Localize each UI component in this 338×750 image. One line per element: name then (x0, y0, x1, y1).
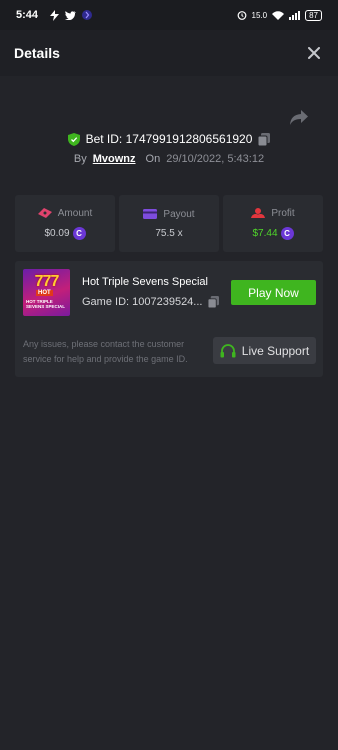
bet-id: Bet ID: 1747991912806561920 (85, 132, 253, 146)
wifi-icon (272, 10, 285, 20)
status-time: 5:44 (16, 9, 39, 21)
profit-icon (251, 208, 266, 218)
support-notice: Any issues, please contact the customer … (23, 339, 188, 364)
stat-payout-value: 75.5 x (155, 227, 183, 239)
alarm-icon (237, 10, 247, 20)
on-label: On (145, 153, 161, 165)
coin-icon: C (72, 226, 86, 240)
live-support-label: Live Support (241, 343, 310, 358)
stat-amount-value: $0.09 (44, 227, 70, 239)
bet-id-row: Bet ID: 1747991912806561920 (0, 132, 338, 146)
signal-icon (289, 10, 301, 20)
play-now-button[interactable]: Play Now (231, 280, 316, 305)
lightning-icon (50, 9, 60, 21)
money-icon (37, 208, 52, 218)
battery-indicator: 87 (305, 9, 322, 21)
username-link[interactable]: Mvownz (93, 153, 136, 165)
game-id: Game ID: 1007239524... (82, 296, 203, 308)
page-title: Details (14, 45, 60, 61)
app-notification-icon (82, 10, 93, 20)
card-icon (143, 209, 158, 219)
game-thumbnail[interactable]: 777 HOT HOT TRIPLE SEVENS SPECIAL (23, 269, 70, 316)
coin-icon: C (280, 226, 294, 240)
headset-icon (220, 343, 236, 357)
stat-payout: Payout 75.5 x (119, 195, 219, 252)
details-header: Details (0, 30, 338, 76)
share-icon (290, 110, 308, 125)
network-speed: 15.0 (251, 10, 268, 20)
stat-amount: Amount $0.09 C (15, 195, 115, 252)
thumb-title: HOT TRIPLE SEVENS SPECIAL (26, 299, 66, 309)
share-button[interactable] (288, 108, 310, 126)
stat-profit-label: Profit (271, 207, 295, 219)
twitter-icon (65, 10, 77, 20)
game-name: Hot Triple Sevens Special (82, 276, 208, 288)
bet-stats: Amount $0.09 C Payout 75.5 x Profit $7.4… (15, 195, 323, 252)
bet-datetime: 29/10/2022, 5:43:12 (166, 153, 265, 165)
stat-profit: Profit $7.44 C (223, 195, 323, 252)
by-label: By (73, 153, 87, 165)
bet-author-row: By Mvownz On 29/10/2022, 5:43:12 (0, 153, 338, 165)
game-id-row: Game ID: 1007239524... (82, 296, 220, 308)
verified-shield-icon (67, 132, 80, 146)
stat-payout-label: Payout (163, 208, 195, 220)
live-support-button[interactable]: Live Support (213, 337, 316, 364)
thumb-hot: HOT (36, 290, 53, 296)
stat-amount-label: Amount (57, 207, 93, 219)
game-card: 777 HOT HOT TRIPLE SEVENS SPECIAL Hot Tr… (15, 261, 323, 377)
thumb-sevens: 777 (34, 273, 60, 290)
close-button[interactable] (304, 43, 324, 63)
copy-game-id-icon[interactable] (208, 296, 220, 308)
stat-profit-value: $7.44 (252, 227, 278, 239)
copy-bet-id-icon[interactable] (258, 132, 271, 146)
close-icon (308, 47, 320, 59)
status-bar: 5:44 15.0 87 (0, 0, 338, 30)
